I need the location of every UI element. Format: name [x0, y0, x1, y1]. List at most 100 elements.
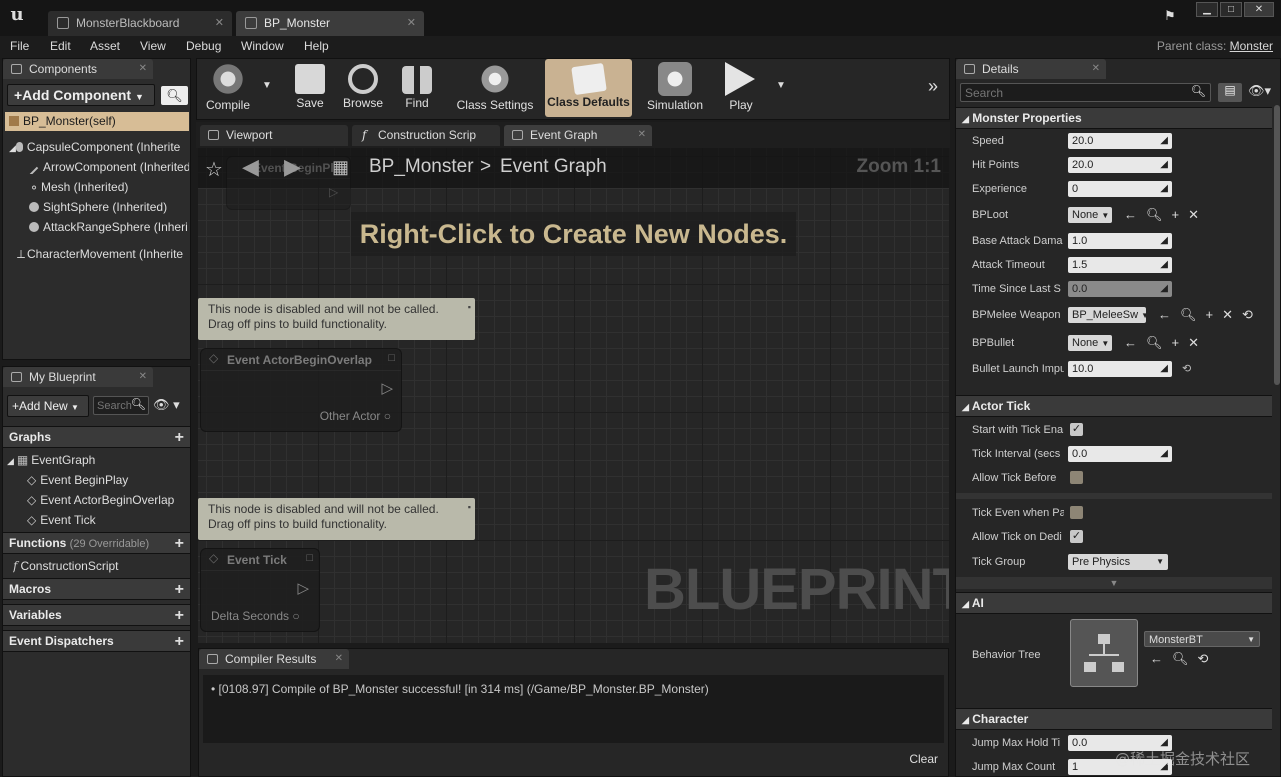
toolbar-overflow-chevron-icon[interactable]: »	[928, 76, 938, 97]
exec-pin-icon[interactable]: ▷	[297, 579, 309, 597]
unreal-logo-icon[interactable]: u	[6, 4, 28, 26]
prop-value-field[interactable]: 0 ◢	[1068, 181, 1172, 197]
menu-window[interactable]: Window	[241, 39, 284, 53]
graph-item-eventgraph[interactable]: ◢ ▦ EventGraph	[7, 453, 189, 467]
favorite-star-icon[interactable]: ☆	[205, 157, 223, 182]
pin-note-icon[interactable]: ▪	[468, 300, 471, 315]
menu-edit[interactable]: Edit	[50, 39, 71, 53]
save-button[interactable]: Save	[285, 58, 335, 116]
menu-view[interactable]: View	[140, 39, 166, 53]
tab-monster-blackboard[interactable]: MonsterBlackboard ✕	[48, 11, 232, 36]
checkbox-checked[interactable]: ✓	[1070, 530, 1083, 543]
find-button[interactable]: Find	[392, 58, 442, 116]
reset-to-default-icon[interactable]: ⟲	[1182, 357, 1191, 381]
add-macro-icon[interactable]: +	[175, 579, 184, 600]
components-tab[interactable]: Components ✕	[3, 59, 153, 79]
checkbox-unchecked[interactable]	[1070, 471, 1083, 484]
add-new-button[interactable]: +Add New ▼	[7, 395, 89, 417]
tick-group-dropdown[interactable]: Pre Physics ▼	[1068, 554, 1168, 570]
exec-pin-icon[interactable]: ▷	[381, 379, 393, 397]
prop-value-field[interactable]: 1.5 ◢	[1068, 257, 1172, 273]
maximize-button[interactable]: □	[1220, 2, 1242, 17]
prop-value-field[interactable]: 20.0 ◢	[1068, 157, 1172, 173]
menu-file[interactable]: File	[10, 39, 29, 53]
function-item-constructionscript[interactable]: f ConstructionScript	[13, 559, 189, 573]
component-arrow[interactable]: ArrowComponent (Inherited	[29, 160, 189, 174]
behavior-tree-dropdown[interactable]: MonsterBT ▼	[1144, 631, 1260, 647]
pin-delta-seconds[interactable]: Delta Seconds ○	[211, 609, 300, 623]
details-search-field[interactable]: 🔍︎	[960, 83, 1211, 102]
tab-construction-script[interactable]: f Construction Scrip	[352, 125, 500, 146]
play-button[interactable]: Play	[715, 58, 767, 116]
search-components-button[interactable]: 🔍︎	[161, 86, 188, 105]
prop-value-field[interactable]: 1.0 ◢	[1068, 233, 1172, 249]
add-dispatcher-icon[interactable]: +	[175, 631, 184, 652]
node-event-tick[interactable]: ◇ Event Tick □ ▷ Delta Seconds ○	[200, 548, 320, 632]
component-self-item[interactable]: BP_Monster(self)	[5, 112, 189, 131]
tab-bp-monster[interactable]: BP_Monster ✕	[236, 11, 424, 36]
asset-actions-icons[interactable]: ←🔍︎+✕	[1124, 203, 1208, 227]
variables-section-header[interactable]: Variables +	[3, 604, 190, 626]
node-delegate-pin-icon[interactable]: □	[388, 352, 395, 364]
graph-item-event-actorbeginoverlap[interactable]: ◇ Event ActorBeginOverlap	[27, 493, 189, 507]
asset-actions-icons[interactable]: ←🔍︎+✕	[1124, 331, 1208, 355]
behavior-tree-thumbnail[interactable]	[1070, 619, 1138, 687]
component-mesh[interactable]: ⚬ Mesh (Inherited)	[29, 180, 189, 194]
close-icon[interactable]: ✕	[215, 11, 224, 35]
tab-viewport[interactable]: Viewport	[200, 125, 348, 146]
character-section[interactable]: ◢ Character	[956, 708, 1272, 730]
prop-value-field[interactable]: 20.0 ◢	[1068, 133, 1172, 149]
compile-button[interactable]: Compile	[200, 58, 256, 116]
property-matrix-icon[interactable]: ▤	[1218, 83, 1242, 102]
bullet-dropdown[interactable]: None ▼	[1068, 335, 1112, 351]
details-search-input[interactable]	[961, 84, 1181, 101]
details-scrollbar[interactable]	[1274, 105, 1280, 385]
add-component-button[interactable]: +Add Component ▼	[7, 84, 155, 106]
tab-event-graph[interactable]: Event Graph ✕	[504, 125, 652, 146]
add-graph-icon[interactable]: +	[175, 427, 184, 448]
actor-tick-section[interactable]: ◢ Actor Tick	[956, 395, 1272, 417]
component-capsule[interactable]: ◢ CapsuleComponent (Inherite	[9, 140, 189, 154]
menu-debug[interactable]: Debug	[186, 39, 221, 53]
close-icon[interactable]: ✕	[407, 11, 416, 35]
details-tab[interactable]: Details ✕	[956, 59, 1106, 79]
checkbox-unchecked[interactable]	[1070, 506, 1083, 519]
menu-asset[interactable]: Asset	[90, 39, 120, 53]
asset-actions-icons[interactable]: ←🔍︎⟲	[1150, 651, 1217, 667]
close-icon[interactable]: ✕	[1092, 59, 1100, 79]
browse-button[interactable]: Browse	[338, 58, 388, 116]
close-icon[interactable]: ✕	[139, 367, 147, 387]
node-event-actorbeginoverlap[interactable]: ◇ Event ActorBeginOverlap □ ▷ Other Actor ○	[200, 348, 402, 432]
visibility-eye-icon[interactable]: 👁︎ ▾	[153, 397, 189, 415]
asset-actions-icons[interactable]: ←🔍︎+✕⟲	[1158, 303, 1262, 327]
simulation-button[interactable]: Simulation	[642, 58, 708, 116]
pin-other-actor[interactable]: Other Actor ○	[320, 409, 391, 423]
my-blueprint-search-field[interactable]: 🔍︎	[93, 396, 149, 415]
graphs-section-header[interactable]: Graphs +	[3, 426, 190, 448]
class-defaults-button[interactable]: Class Defaults	[545, 59, 632, 117]
pin-note-icon[interactable]: ▪	[468, 500, 471, 515]
bploot-dropdown[interactable]: None ▼	[1068, 207, 1112, 223]
close-icon[interactable]: ✕	[638, 125, 646, 145]
graph-item-event-tick[interactable]: ◇ Event Tick	[27, 513, 189, 527]
breadcrumb-leaf[interactable]: Event Graph	[500, 156, 607, 178]
breadcrumb-root[interactable]: BP_Monster	[369, 156, 474, 178]
prop-value-field[interactable]: 0.0 ◢	[1068, 446, 1172, 462]
prop-value-field[interactable]: 10.0 ◢	[1068, 361, 1172, 377]
node-delegate-pin-icon[interactable]: □	[306, 552, 313, 564]
functions-section-header[interactable]: Functions (29 Overridable) +	[3, 532, 190, 554]
play-options-chevron-icon[interactable]: ▼	[776, 80, 786, 91]
event-graph-canvas[interactable]: Event BeginPlay ▷ ☆ ◀ ▶ ▦ BP_Monster > Ev…	[198, 148, 949, 643]
class-settings-button[interactable]: Class Settings	[450, 58, 540, 116]
component-character-movement[interactable]: ⟂ CharacterMovement (Inherite	[17, 247, 189, 262]
component-attack-range-sphere[interactable]: AttackRangeSphere (Inheri	[29, 220, 189, 234]
my-blueprint-search-input[interactable]	[94, 397, 132, 414]
macros-section-header[interactable]: Macros +	[3, 578, 190, 600]
minimize-button[interactable]: ▁	[1196, 2, 1218, 17]
ai-section[interactable]: ◢ AI	[956, 592, 1272, 614]
dispatchers-section-header[interactable]: Event Dispatchers +	[3, 630, 190, 652]
close-window-button[interactable]: ✕	[1244, 2, 1274, 17]
forward-arrow-icon[interactable]: ▶	[284, 154, 301, 180]
melee-weapon-dropdown[interactable]: BP_MeleeSw ▼	[1068, 307, 1146, 323]
clear-button[interactable]: Clear	[909, 752, 938, 766]
